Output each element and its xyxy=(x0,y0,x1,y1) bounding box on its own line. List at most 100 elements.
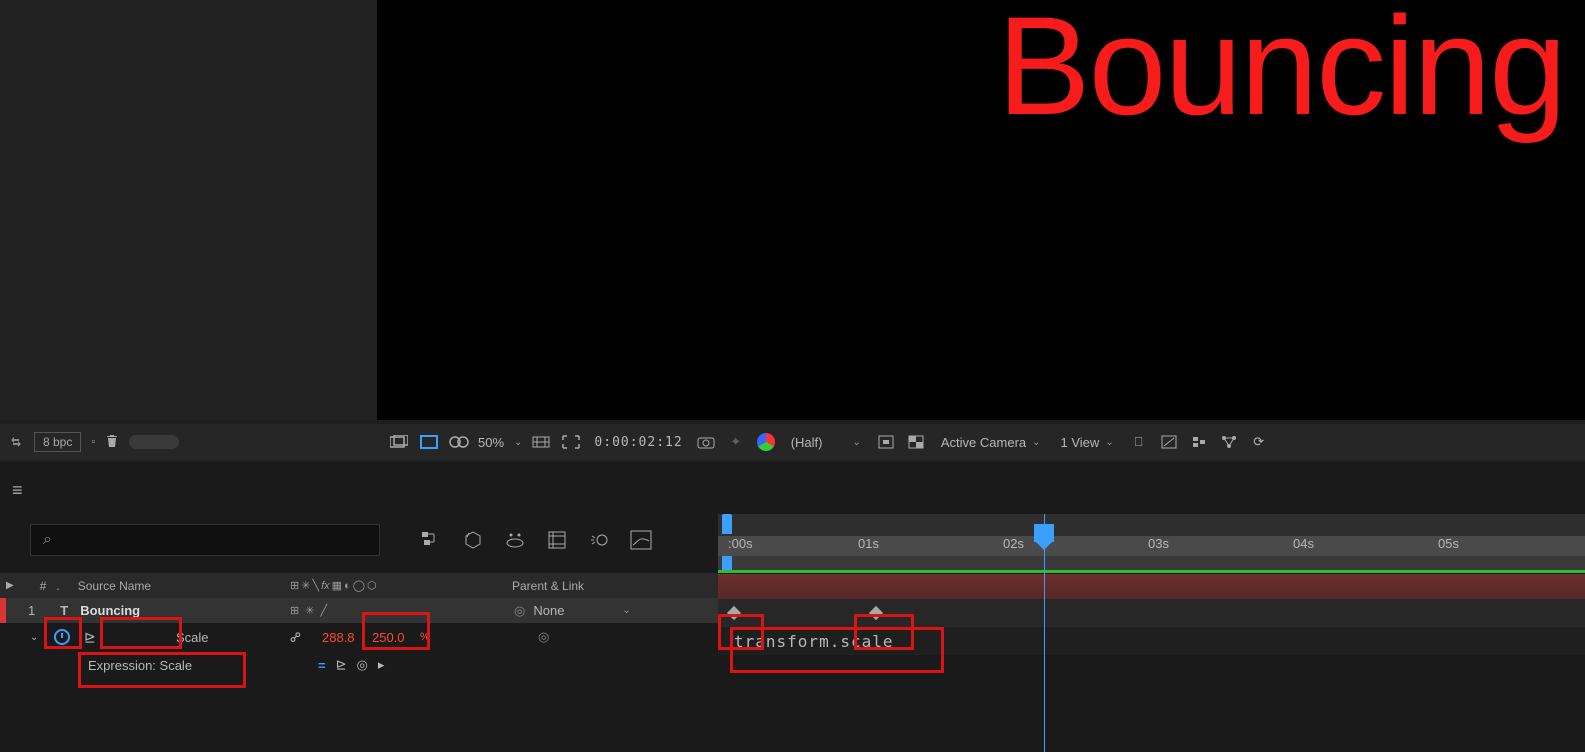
expression-code[interactable]: transform.scale xyxy=(734,632,894,651)
swap-icon[interactable] xyxy=(8,434,24,450)
frame-blend-icon[interactable] xyxy=(546,529,568,551)
timeline-panel: ≡ ⌕ :00s 01s 02s 03s 04s 05s xyxy=(0,462,1585,752)
label-header[interactable]: . xyxy=(56,579,59,593)
ruler-tick: :00s xyxy=(728,536,753,551)
refresh-icon[interactable]: ⟳ xyxy=(1248,431,1270,453)
zoom-slider[interactable] xyxy=(129,435,179,449)
chevron-down-icon[interactable]: ⌄ xyxy=(622,605,630,616)
video-on-icon[interactable]: ⊞ xyxy=(290,604,299,617)
zoom-value[interactable]: 50% xyxy=(478,435,504,450)
chevron-down-icon: ⌄ xyxy=(1032,437,1040,448)
resolution-icon[interactable] xyxy=(530,431,552,453)
scale-property-row[interactable]: ⌄ ⊵ Scale ⚯ 288.8 250.0 % ◎ xyxy=(0,623,718,651)
viewer-footer-bar: 50% ⌄ 0:00:02:12 ✦ (Half) ⌄ Active Camer… xyxy=(378,424,1585,460)
snapshot-icon[interactable] xyxy=(695,431,717,453)
ruler-tick: 05s xyxy=(1438,536,1459,551)
bit-depth-button[interactable]: 8 bpc xyxy=(34,432,81,452)
stopwatch-icon[interactable] xyxy=(54,629,70,645)
composition-preview[interactable]: Bouncing xyxy=(378,0,1585,420)
video-switch-icon[interactable]: ⊞ xyxy=(290,579,299,592)
views-select[interactable]: 1 View ⌄ xyxy=(1055,435,1120,450)
transparency-icon[interactable] xyxy=(905,431,927,453)
mask-icon[interactable] xyxy=(448,431,470,453)
layer-switches: ⊞ ✳ ╱ xyxy=(290,604,327,617)
expression-property-row[interactable]: Expression: Scale = ⊵ ◎ ▸ xyxy=(0,651,718,679)
project-panel xyxy=(0,0,378,420)
resolution-select[interactable]: (Half) ⌄ xyxy=(785,435,867,450)
parent-link-header[interactable]: Parent & Link xyxy=(512,579,584,593)
property-pickwhip-icon[interactable]: ◎ xyxy=(538,629,549,645)
expression-graph-icon[interactable]: ⊵ xyxy=(336,657,347,673)
ruler-tick: 02s xyxy=(1003,536,1024,551)
source-name-header[interactable]: Source Name xyxy=(78,579,151,593)
layer-type-icon: T xyxy=(60,603,68,618)
draft-3d-icon[interactable] xyxy=(462,529,484,551)
layer-name[interactable]: Bouncing xyxy=(80,603,140,618)
scale-keyframe-track[interactable] xyxy=(718,599,1585,627)
quality-switch-icon[interactable]: ◯ xyxy=(353,579,365,592)
project-panel-footer: 8 bpc ▫ xyxy=(0,424,378,460)
show-snapshot-icon[interactable]: ✦ xyxy=(725,431,747,453)
twirl-icon[interactable]: ⌄ xyxy=(30,632,38,643)
composition-flow-icon[interactable] xyxy=(1188,431,1210,453)
three-d-icon[interactable] xyxy=(1218,431,1240,453)
shy-switch-icon[interactable]: ▦ xyxy=(332,579,342,592)
pickwhip-icon[interactable]: ◎ xyxy=(514,603,525,619)
timeline-search-input[interactable]: ⌕ xyxy=(30,524,380,556)
expression-language-menu-icon[interactable]: ▸ xyxy=(378,657,385,673)
current-time-display[interactable]: 0:00:02:12 xyxy=(590,435,686,450)
layer-track[interactable] xyxy=(718,574,1585,599)
scale-y-value[interactable]: 250.0 xyxy=(372,630,405,645)
guide-icon[interactable]: ⎕ xyxy=(1128,431,1150,453)
snap-icon[interactable] xyxy=(1158,431,1180,453)
render-icon[interactable]: ▫ xyxy=(91,436,95,448)
collapse-on-icon[interactable]: ✳ xyxy=(305,604,314,617)
layer-color-swatch[interactable] xyxy=(0,598,6,623)
work-area-bar[interactable] xyxy=(718,556,1585,570)
quality-best-icon[interactable]: ╱ xyxy=(320,604,327,617)
playhead[interactable] xyxy=(1044,514,1045,752)
trash-icon[interactable] xyxy=(105,433,119,452)
lock-switch-icon[interactable]: fx xyxy=(321,580,330,592)
time-ruler[interactable]: :00s 01s 02s 03s 04s 05s xyxy=(718,514,1585,556)
shy-icon[interactable] xyxy=(504,529,526,551)
toggle-pixel-aspect-icon[interactable] xyxy=(388,431,410,453)
graph-toggle-icon[interactable]: ⊵ xyxy=(84,629,96,646)
play-column-icon[interactable]: ▶ xyxy=(6,580,14,591)
chevron-down-icon: ⌄ xyxy=(852,437,860,448)
color-management-icon[interactable] xyxy=(755,431,777,453)
parent-link-cell[interactable]: ◎ None ⌄ xyxy=(514,603,631,619)
3d-switch-icon[interactable]: ⬡ xyxy=(367,579,377,592)
timeline-column-header: ▶ # . Source Name ⊞ ✳ ╲ fx ▦ ◐ ◯ ⬡ Paren… xyxy=(0,573,718,598)
composition-mini-flow-icon[interactable] xyxy=(420,529,442,551)
switches-header: ⊞ ✳ ╲ fx ▦ ◐ ◯ ⬡ xyxy=(290,579,377,592)
panel-menu-icon[interactable]: ≡ xyxy=(12,480,23,501)
layer-index: 1 xyxy=(28,603,35,618)
motion-blur-icon[interactable] xyxy=(588,529,610,551)
playhead-cap-icon[interactable] xyxy=(1034,524,1054,542)
work-area-start-icon[interactable] xyxy=(722,514,732,534)
collapse-switch-icon[interactable]: ◐ xyxy=(344,580,351,592)
keyframe-icon[interactable] xyxy=(727,606,741,620)
expression-enabled-icon[interactable]: = xyxy=(318,658,326,673)
expression-pickwhip-icon[interactable]: ◎ xyxy=(357,657,368,673)
solo-switch-icon[interactable]: ╲ xyxy=(312,579,319,592)
scale-x-value[interactable]: 288.8 xyxy=(322,630,355,645)
audio-switch-icon[interactable]: ✳ xyxy=(301,579,310,592)
graph-editor-icon[interactable] xyxy=(630,529,652,551)
zoom-chevron-icon[interactable]: ⌄ xyxy=(514,437,522,448)
index-header[interactable]: # xyxy=(40,579,47,593)
constrain-proportions-icon[interactable]: ⚯ xyxy=(290,629,302,646)
keyframe-icon[interactable] xyxy=(869,606,883,620)
parent-value[interactable]: None xyxy=(533,603,564,618)
preview-text-layer[interactable]: Bouncing xyxy=(997,0,1565,147)
expression-editor-track[interactable]: transform.scale xyxy=(718,627,1585,655)
transparency-grid-icon[interactable] xyxy=(418,431,440,453)
layer-row[interactable]: 1 T Bouncing ⊞ ✳ ╱ ◎ None ⌄ xyxy=(0,598,718,623)
top-region: Bouncing xyxy=(0,0,1585,420)
fast-preview-icon[interactable] xyxy=(875,431,897,453)
scale-property-name[interactable]: Scale xyxy=(176,630,209,645)
roi-icon[interactable] xyxy=(560,431,582,453)
views-label: 1 View xyxy=(1061,435,1100,450)
camera-select[interactable]: Active Camera ⌄ xyxy=(935,435,1047,450)
